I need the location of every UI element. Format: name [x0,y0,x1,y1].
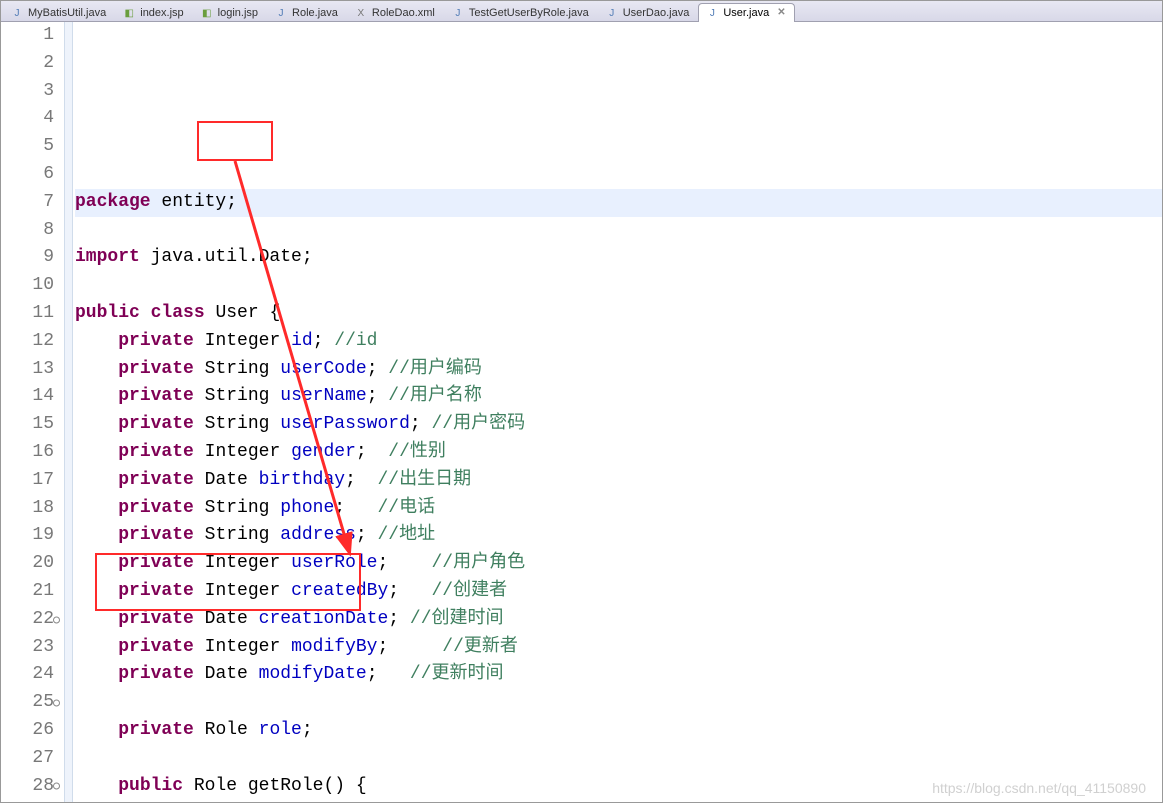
line-number: 22 [1,606,54,634]
line-number: 27 [1,745,54,773]
line-number: 17 [1,467,54,495]
java-file-icon: J [605,6,619,20]
line-number: 25 [1,689,54,717]
code-line[interactable]: private Integer createdBy; //创建者 [75,578,1162,606]
code-line[interactable]: import java.util.Date; [75,244,1162,272]
line-number: 10 [1,272,54,300]
line-number-gutter: 1234567891011121314151617181920212223242… [1,22,65,802]
code-line[interactable]: private String userPassword; //用户密码 [75,411,1162,439]
tab-label: User.java [723,6,769,21]
code-line[interactable]: private Role role; [75,717,1162,745]
code-area[interactable]: package entity; import java.util.Date; p… [73,22,1162,802]
java-file-icon: J [274,6,288,20]
annotation-box-user [197,121,273,161]
code-line[interactable]: private String userName; //用户名称 [75,383,1162,411]
code-line[interactable]: package entity; [75,189,1162,217]
code-editor[interactable]: 1234567891011121314151617181920212223242… [1,22,1162,802]
line-number: 5 [1,133,54,161]
tab-label: TestGetUserByRole.java [469,6,589,21]
code-line[interactable]: private Date creationDate; //创建时间 [75,606,1162,634]
line-number: 19 [1,522,54,550]
tab-label: MyBatisUtil.java [28,6,106,21]
line-number: 23 [1,634,54,662]
code-line[interactable]: private Integer userRole; //用户角色 [75,550,1162,578]
line-number: 14 [1,383,54,411]
tab-login-jsp[interactable]: ◧ login.jsp [193,3,267,22]
xml-file-icon: X [354,6,368,20]
line-number: 6 [1,161,54,189]
line-number: 12 [1,328,54,356]
line-number: 3 [1,78,54,106]
code-line[interactable]: private String address; //地址 [75,522,1162,550]
tab-mybatisutil-java[interactable]: J MyBatisUtil.java [3,3,115,22]
tab-userdao-java[interactable]: J UserDao.java [598,3,699,22]
close-icon[interactable]: ✕ [777,8,785,18]
line-number: 4 [1,105,54,133]
tab-label: RoleDao.xml [372,6,435,21]
tab-testgetuserbyrole-java[interactable]: J TestGetUserByRole.java [444,3,598,22]
code-line[interactable]: public Role getRole() { [75,773,1162,801]
jsp-file-icon: ◧ [200,6,214,20]
line-number: 20 [1,550,54,578]
line-number: 2 [1,50,54,78]
jsp-file-icon: ◧ [122,6,136,20]
tab-label: Role.java [292,6,338,21]
code-line[interactable]: private Integer gender; //性别 [75,439,1162,467]
tab-role-java[interactable]: J Role.java [267,3,347,22]
line-number: 16 [1,439,54,467]
line-number: 8 [1,217,54,245]
line-number: 24 [1,661,54,689]
code-line[interactable]: private Date modifyDate; //更新时间 [75,661,1162,689]
editor-tabbar: J MyBatisUtil.java ◧ index.jsp ◧ login.jsp J Ro… [1,1,1162,22]
line-number: 26 [1,717,54,745]
line-number: 11 [1,300,54,328]
tab-index-jsp[interactable]: ◧ index.jsp [115,3,192,22]
line-number: 21 [1,578,54,606]
code-line[interactable] [75,745,1162,773]
code-line[interactable]: public class User { [75,300,1162,328]
code-line[interactable] [75,272,1162,300]
folding-margin[interactable] [65,22,73,802]
line-number: 1 [1,22,54,50]
tab-roledao-xml[interactable]: X RoleDao.xml [347,3,444,22]
code-line[interactable]: return role; [75,800,1162,802]
java-file-icon: J [451,6,465,20]
code-line[interactable] [75,217,1162,245]
code-line[interactable]: private String phone; //电话 [75,495,1162,523]
line-number: 9 [1,244,54,272]
java-file-icon: J [10,6,24,20]
java-file-icon: J [705,6,719,20]
line-number: 15 [1,411,54,439]
tab-label: index.jsp [140,6,183,21]
code-line[interactable]: private Date birthday; //出生日期 [75,467,1162,495]
tab-user-java[interactable]: J User.java ✕ [698,3,794,22]
line-number: 13 [1,356,54,384]
tab-label: login.jsp [218,6,258,21]
line-number: 28 [1,773,54,801]
code-line[interactable]: private String userCode; //用户编码 [75,356,1162,384]
code-line[interactable]: private Integer id; //id [75,328,1162,356]
code-line[interactable] [75,689,1162,717]
code-line[interactable]: private Integer modifyBy; //更新者 [75,634,1162,662]
tab-label: UserDao.java [623,6,690,21]
line-number: 7 [1,189,54,217]
line-number: 18 [1,495,54,523]
